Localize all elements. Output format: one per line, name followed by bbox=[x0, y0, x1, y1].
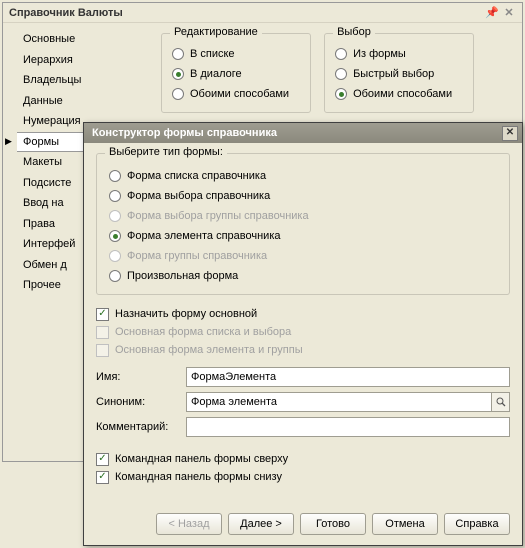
editing-legend: Редактирование bbox=[170, 26, 262, 38]
choice-legend: Выбор bbox=[333, 26, 375, 38]
check-main-list-choice: Основная форма списка и выбора bbox=[96, 323, 510, 341]
synonym-lookup-button[interactable] bbox=[492, 392, 510, 412]
input-name[interactable]: ФормаЭлемента bbox=[186, 367, 510, 387]
nav-item-data[interactable]: Данные bbox=[17, 91, 147, 112]
bg-title-text: Справочник Валюты bbox=[9, 7, 123, 19]
formtype-radio-groupchoice: Форма выбора группы справочника bbox=[109, 206, 497, 226]
help-button[interactable]: Справка bbox=[444, 513, 510, 535]
choice-radio-quick[interactable]: Быстрый выбор bbox=[335, 64, 463, 84]
back-button: < Назад bbox=[156, 513, 222, 535]
nav-item-main[interactable]: Основные bbox=[17, 29, 147, 50]
form-types-group: Выберите тип формы: Форма списка справоч… bbox=[96, 153, 510, 295]
close-icon[interactable]: ✕ bbox=[502, 6, 516, 20]
nav-item-hierarchy[interactable]: Иерархия bbox=[17, 50, 147, 71]
magnifier-icon bbox=[496, 397, 506, 407]
choice-radio-fromform[interactable]: Из формы bbox=[335, 44, 463, 64]
choice-group: Выбор Из формы Быстрый выбор Обоими спос… bbox=[324, 33, 474, 113]
choice-radio-both[interactable]: Обоими способами bbox=[335, 84, 463, 104]
check-set-main[interactable]: ✓Назначить форму основной bbox=[96, 305, 510, 323]
check-panel-bottom[interactable]: ✓Командная панель формы снизу bbox=[96, 468, 510, 486]
formtype-radio-group: Форма группы справочника bbox=[109, 246, 497, 266]
pin-icon[interactable]: 📌 bbox=[485, 6, 499, 20]
dialog-titlebar: Конструктор формы справочника ✕ bbox=[84, 123, 522, 143]
check-panel-top[interactable]: ✓Командная панель формы сверху bbox=[96, 450, 510, 468]
dialog-close-button[interactable]: ✕ bbox=[502, 126, 518, 141]
form-types-legend: Выберите тип формы: bbox=[105, 146, 227, 158]
label-comment: Комментарий: bbox=[96, 421, 186, 433]
edit-radio-both[interactable]: Обоими способами bbox=[172, 84, 300, 104]
cancel-button[interactable]: Отмена bbox=[372, 513, 438, 535]
formtype-radio-element[interactable]: Форма элемента справочника bbox=[109, 226, 497, 246]
form-constructor-dialog: Конструктор формы справочника ✕ Выберите… bbox=[83, 122, 523, 546]
finish-button[interactable]: Готово bbox=[300, 513, 366, 535]
wizard-button-bar: < Назад Далее > Готово Отмена Справка bbox=[84, 505, 522, 545]
bg-titlebar: Справочник Валюты 📌 ✕ bbox=[3, 3, 522, 23]
next-button[interactable]: Далее > bbox=[228, 513, 294, 535]
label-synonym: Синоним: bbox=[96, 396, 186, 408]
edit-radio-dialog[interactable]: В диалоге bbox=[172, 64, 300, 84]
edit-radio-list[interactable]: В списке bbox=[172, 44, 300, 64]
formtype-radio-list[interactable]: Форма списка справочника bbox=[109, 166, 497, 186]
formtype-radio-choice[interactable]: Форма выбора справочника bbox=[109, 186, 497, 206]
input-synonym[interactable]: Форма элемента bbox=[186, 392, 492, 412]
check-main-element-group: Основная форма элемента и группы bbox=[96, 341, 510, 359]
editing-group: Редактирование В списке В диалоге Обоими… bbox=[161, 33, 311, 113]
input-comment[interactable] bbox=[186, 417, 510, 437]
formtype-radio-arbitrary[interactable]: Произвольная форма bbox=[109, 266, 497, 286]
label-name: Имя: bbox=[96, 371, 186, 383]
nav-item-owners[interactable]: Владельцы bbox=[17, 70, 147, 91]
dialog-title-text: Конструктор формы справочника bbox=[92, 127, 277, 139]
